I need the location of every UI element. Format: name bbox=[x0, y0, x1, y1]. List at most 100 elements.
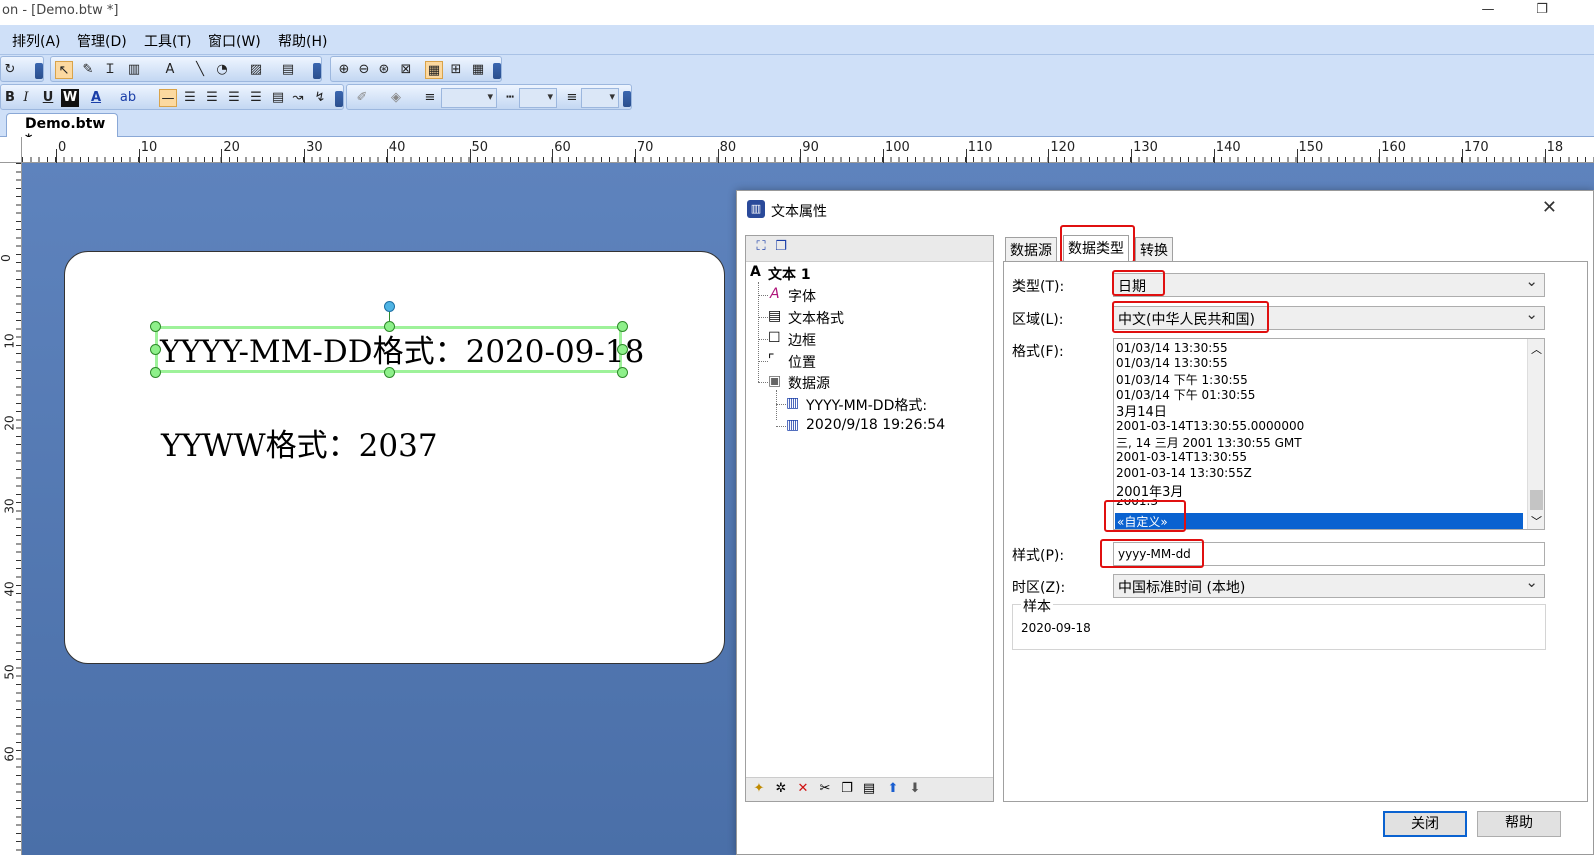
tab-datasource[interactable]: 数据源 bbox=[1005, 237, 1057, 261]
select-pointer-icon[interactable]: ↖ bbox=[55, 61, 73, 79]
text-fit-icon[interactable]: ↯ bbox=[311, 89, 329, 107]
zoom-in-icon[interactable]: ⊕ bbox=[335, 61, 353, 79]
line-weight-icon[interactable]: ≡ bbox=[421, 89, 439, 107]
scroll-up-icon[interactable]: ︿ bbox=[1531, 341, 1542, 357]
zoom-page-icon[interactable]: ⊠ bbox=[397, 61, 415, 79]
dialog-close-button[interactable]: ✕ bbox=[1542, 197, 1557, 218]
menu-window[interactable]: 窗口(W) bbox=[208, 31, 261, 51]
show-grid-icon[interactable]: ▦ bbox=[469, 61, 487, 79]
move-down-icon[interactable]: ⬇ bbox=[906, 781, 924, 796]
border-style-icon[interactable]: ≡ bbox=[563, 89, 581, 107]
format-painter-icon[interactable]: ✎ bbox=[79, 61, 97, 79]
line-style-icon[interactable]: ┅ bbox=[501, 89, 519, 107]
copy-icon[interactable]: ❐ bbox=[838, 781, 856, 796]
justify-all-icon[interactable]: ▤ bbox=[269, 89, 287, 107]
format-option[interactable]: 2001-03-14 13:30:55Z bbox=[1116, 466, 1252, 480]
text-field-week[interactable]: YYWW格式：2037 bbox=[161, 420, 438, 465]
resize-handle-nw[interactable] bbox=[150, 321, 161, 332]
format-option[interactable]: 01/03/14 13:30:55 bbox=[1116, 356, 1228, 370]
move-up-icon[interactable]: ⬆ bbox=[884, 781, 902, 796]
menu-manage[interactable]: 管理(D) bbox=[77, 31, 127, 51]
tree-item-border[interactable]: 边框 bbox=[788, 330, 816, 350]
tree-item-position[interactable]: 位置 bbox=[788, 352, 816, 372]
tab-transform[interactable]: 转换 bbox=[1135, 237, 1173, 261]
highlight-icon[interactable]: ab bbox=[119, 89, 137, 107]
format-option[interactable]: 三, 14 三月 2001 13:30:55 GMT bbox=[1116, 434, 1302, 451]
barcode-icon[interactable]: ▥ bbox=[125, 61, 143, 79]
wizard-icon[interactable]: ✲ bbox=[772, 781, 790, 796]
line-style-select[interactable] bbox=[519, 88, 557, 108]
rotation-handle[interactable] bbox=[384, 301, 395, 312]
tree-subitem-date-value[interactable]: 2020/9/18 19:26:54 bbox=[806, 417, 945, 433]
snap-grid-icon[interactable]: ▦ bbox=[425, 61, 443, 79]
resize-handle-se[interactable] bbox=[617, 367, 628, 378]
resize-handle-s[interactable] bbox=[384, 367, 395, 378]
toolbar-grip[interactable] bbox=[313, 63, 321, 79]
text-cursor-icon[interactable]: Ｉ bbox=[101, 61, 119, 79]
line-color-icon[interactable]: ✐ bbox=[353, 89, 371, 107]
label-area[interactable]: YYYY-MM-DD格式：2020-09-18 YYWW格式：2037 bbox=[64, 251, 725, 664]
line-weight-select[interactable] bbox=[441, 88, 497, 108]
tree-item-text-format[interactable]: 文本格式 bbox=[788, 308, 844, 328]
align-grid-icon[interactable]: ⊞ bbox=[447, 61, 465, 79]
format-option[interactable]: 2001年3月 bbox=[1116, 481, 1183, 500]
align-center-icon[interactable]: ☰ bbox=[203, 89, 221, 107]
scroll-down-icon[interactable]: ﹀ bbox=[1531, 513, 1542, 529]
redo-icon[interactable]: ↻ bbox=[1, 61, 19, 79]
menu-arrange[interactable]: 排列(A) bbox=[12, 31, 61, 51]
scroll-thumb[interactable] bbox=[1530, 490, 1543, 510]
italic-icon[interactable]: I bbox=[17, 89, 35, 107]
expand-view-icon[interactable]: ⛶ bbox=[752, 239, 770, 254]
border-style-select[interactable] bbox=[581, 88, 619, 108]
toolbar-grip[interactable] bbox=[35, 63, 43, 79]
format-option[interactable]: 3月14日 bbox=[1116, 401, 1167, 420]
tree-item-datasource[interactable]: 数据源 bbox=[788, 373, 830, 393]
document-tab[interactable]: Demo.btw * bbox=[6, 113, 118, 148]
align-left-icon[interactable]: ☰ bbox=[181, 89, 199, 107]
line-tool-icon[interactable]: ╲ bbox=[191, 61, 209, 79]
cut-icon[interactable]: ✂ bbox=[816, 781, 834, 796]
format-option[interactable]: 2001-03-14T13:30:55.0000000 bbox=[1116, 419, 1304, 433]
tree-subitem-format-label[interactable]: YYYY-MM-DD格式: bbox=[806, 395, 927, 415]
resize-handle-w[interactable] bbox=[150, 344, 161, 355]
text-wrap-icon[interactable]: ↝ bbox=[289, 89, 307, 107]
zoom-out-icon[interactable]: ⊖ bbox=[355, 61, 373, 79]
resize-handle-ne[interactable] bbox=[617, 321, 628, 332]
help-button[interactable]: 帮助 bbox=[1477, 811, 1561, 837]
layers-icon[interactable]: ❐ bbox=[772, 239, 790, 254]
menu-tools[interactable]: 工具(T) bbox=[144, 31, 191, 51]
resize-handle-e[interactable] bbox=[617, 344, 628, 355]
format-list-scrollbar[interactable]: ︿ ﹀ bbox=[1527, 339, 1544, 529]
toolbar-grip[interactable] bbox=[493, 63, 501, 79]
close-button[interactable]: 关闭 bbox=[1383, 811, 1467, 837]
resize-handle-n[interactable] bbox=[384, 321, 395, 332]
reverse-icon[interactable]: W bbox=[61, 89, 79, 107]
font-color-icon[interactable]: A bbox=[87, 89, 105, 107]
justify-icon[interactable]: ☰ bbox=[247, 89, 265, 107]
tree-item-font[interactable]: 字体 bbox=[788, 286, 816, 306]
shape-tool-icon[interactable]: ◔ bbox=[213, 61, 231, 79]
new-item-icon[interactable]: ✦ bbox=[750, 781, 768, 796]
timezone-select[interactable]: 中国标准时间 (本地) bbox=[1113, 573, 1545, 598]
type-select[interactable]: 日期 bbox=[1113, 272, 1545, 297]
tree-root-text1[interactable]: 文本 1 bbox=[768, 264, 811, 284]
menu-help[interactable]: 帮助(H) bbox=[278, 31, 327, 51]
rfid-tool-icon[interactable]: ▤ bbox=[279, 61, 297, 79]
fill-color-icon[interactable]: ◈ bbox=[387, 89, 405, 107]
minimize-button[interactable]: — bbox=[1476, 2, 1500, 22]
image-tool-icon[interactable]: ▨ bbox=[247, 61, 265, 79]
restore-button[interactable]: ❐ bbox=[1530, 2, 1554, 22]
underline-icon[interactable]: U bbox=[39, 89, 57, 107]
toolbar-grip[interactable] bbox=[623, 91, 631, 107]
format-option[interactable]: 2001-03-14T13:30:55 bbox=[1116, 450, 1247, 464]
text-tool-icon[interactable]: A bbox=[161, 61, 179, 79]
align-none-icon[interactable]: — bbox=[159, 89, 177, 107]
align-right-icon[interactable]: ☰ bbox=[225, 89, 243, 107]
zoom-fit-icon[interactable]: ⊛ bbox=[375, 61, 393, 79]
paste-icon[interactable]: ▤ bbox=[860, 781, 878, 796]
toolbar-grip[interactable] bbox=[335, 91, 343, 107]
text-field-date[interactable]: YYYY-MM-DD格式：2020-09-18 bbox=[160, 326, 644, 371]
delete-icon[interactable]: ✕ bbox=[794, 781, 812, 796]
format-option[interactable]: 01/03/14 13:30:55 bbox=[1116, 341, 1228, 355]
resize-handle-sw[interactable] bbox=[150, 367, 161, 378]
